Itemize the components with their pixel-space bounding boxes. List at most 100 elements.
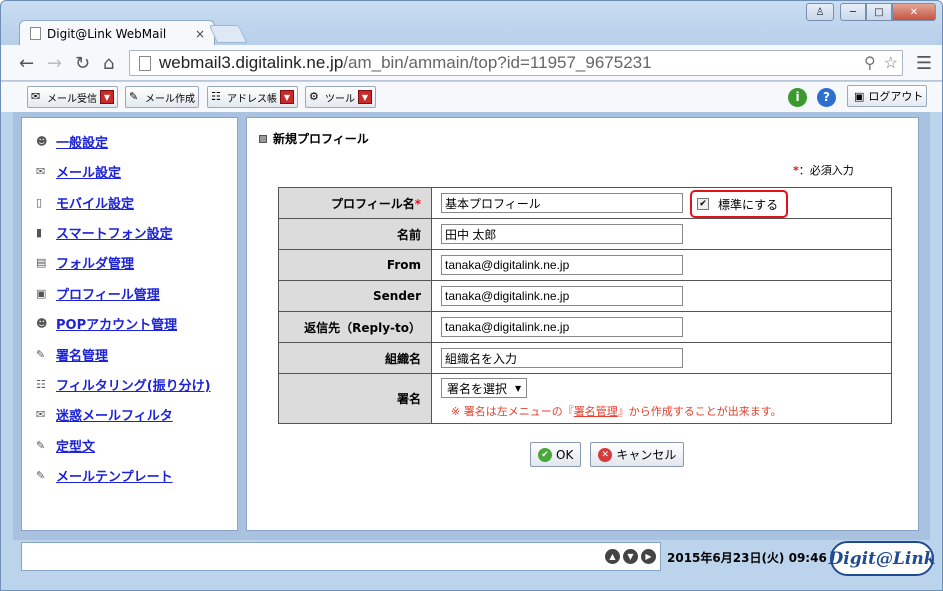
- dropdown-arrow-icon[interactable]: ▼: [100, 90, 114, 104]
- tools-label: ツール: [325, 93, 355, 105]
- signature-management-link[interactable]: 署名管理: [574, 405, 618, 418]
- sidebar-item-label[interactable]: 定型文: [56, 436, 95, 455]
- page-icon: [30, 27, 41, 40]
- sidebar-item-label[interactable]: フィルタリング(振り分け): [56, 375, 211, 394]
- sidebar-item-label[interactable]: モバイル設定: [56, 193, 134, 212]
- template-text-icon: ✎: [36, 439, 46, 452]
- help-icon[interactable]: ?: [817, 88, 836, 107]
- sidebar-item-smartphone[interactable]: ▮ スマートフォン設定: [36, 223, 173, 242]
- logout-button[interactable]: ▣ ログアウト: [847, 85, 927, 107]
- sidebar-item-mobile[interactable]: ▯ モバイル設定: [36, 193, 134, 212]
- name-cell: [431, 218, 892, 250]
- sidebar-item-label[interactable]: フォルダ管理: [56, 253, 134, 272]
- info-icon[interactable]: i: [788, 88, 807, 107]
- name-input[interactable]: [441, 224, 683, 244]
- from-cell: [431, 249, 892, 281]
- key-icon[interactable]: ⚲: [864, 53, 876, 73]
- sidebar-item-filtering[interactable]: ☷ フィルタリング(振り分け): [36, 375, 211, 394]
- sidebar-item-label[interactable]: メール設定: [56, 162, 121, 181]
- default-checkbox[interactable]: ✔: [697, 198, 709, 210]
- sender-label: Sender: [278, 280, 432, 312]
- cancel-button[interactable]: ✕ キャンセル: [590, 442, 685, 467]
- sidebar-item-mail-template[interactable]: ✎ メールテンプレート: [36, 466, 173, 485]
- settings-sidebar: ☻ 一般設定 ✉ メール設定 ▯ モバイル設定 ▮ スマートフォン設定 ▤ フォルダ管理 …: [21, 117, 238, 531]
- form-row-organization: 組織名: [278, 342, 892, 374]
- sidebar-item-label[interactable]: 迷惑メールフィルタ: [56, 405, 173, 424]
- profile-name-input[interactable]: [441, 193, 683, 213]
- menu-icon[interactable]: ☰: [916, 53, 932, 74]
- main-panel: 新規プロフィール *：必須入力 プロフィール名* ✔ 標準にする 名前: [246, 117, 919, 531]
- mail-compose-button[interactable]: ✎ メール作成: [125, 86, 199, 108]
- address-book-button[interactable]: ☷ アドレス帳 ▼: [207, 86, 298, 108]
- pop-account-icon: ☻: [36, 317, 48, 330]
- title-bar: Digit@Link WebMail × ♙ ─ □ ✕: [1, 1, 942, 46]
- check-icon: ✔: [538, 447, 552, 462]
- signature-select-value: 署名を選択: [447, 381, 508, 396]
- dropdown-arrow-icon[interactable]: ▼: [280, 90, 294, 104]
- user-profile-icon[interactable]: ♙: [806, 3, 834, 21]
- organization-input[interactable]: [441, 348, 683, 368]
- tools-button[interactable]: ⚙ ツール ▼: [305, 86, 376, 108]
- signature-cell: 署名を選択 ▼ ※ 署名は左メニューの『署名管理』から作成することが出来ます。: [431, 373, 892, 424]
- maximize-button[interactable]: □: [866, 3, 892, 21]
- sidebar-item-template-text[interactable]: ✎ 定型文: [36, 436, 95, 455]
- current-datetime: 2015年6月23日(火) 09:46: [667, 551, 827, 565]
- address-bar[interactable]: webmail3.digitalink.ne.jp/am_bin/ammain/…: [129, 50, 903, 76]
- ok-label: OK: [556, 447, 574, 462]
- sidebar-item-mail-settings[interactable]: ✉ メール設定: [36, 162, 121, 181]
- url-host: webmail3.digitalink.ne.jp: [159, 53, 344, 72]
- reply-to-input[interactable]: [441, 317, 683, 337]
- scroll-down-icon[interactable]: ▼: [623, 549, 638, 564]
- form-row-reply-to: 返信先（Reply-to）: [278, 311, 892, 343]
- profile-form: プロフィール名* ✔ 標準にする 名前 From Sender: [278, 187, 892, 424]
- signature-select[interactable]: 署名を選択 ▼: [441, 378, 528, 398]
- sidebar-item-label[interactable]: POPアカウント管理: [56, 314, 177, 333]
- sidebar-item-signature[interactable]: ✎ 署名管理: [36, 345, 108, 364]
- forward-icon[interactable]: →: [47, 53, 62, 74]
- close-window-button[interactable]: ✕: [892, 3, 936, 21]
- name-label: 名前: [278, 218, 432, 250]
- minimize-button[interactable]: ─: [840, 3, 866, 21]
- ok-button[interactable]: ✔ OK: [530, 442, 582, 467]
- mail-receive-button[interactable]: ✉ メール受信 ▼: [27, 86, 118, 108]
- sidebar-item-label[interactable]: 署名管理: [56, 345, 108, 364]
- mail-compose-label: メール作成: [145, 93, 195, 105]
- chevron-down-icon: ▼: [515, 383, 522, 393]
- filter-icon: ☷: [36, 378, 46, 391]
- sidebar-item-spam-filter[interactable]: ✉ 迷惑メールフィルタ: [36, 405, 173, 424]
- default-checkbox-label[interactable]: 標準にする: [718, 196, 778, 213]
- sidebar-item-label[interactable]: スマートフォン設定: [56, 223, 173, 242]
- from-label: From: [278, 249, 432, 281]
- tab-close-icon[interactable]: ×: [195, 27, 205, 41]
- square-bullet-icon: [259, 134, 267, 143]
- logout-icon: ▣: [854, 89, 865, 103]
- sidebar-item-label[interactable]: 一般設定: [56, 132, 108, 151]
- signature-note-post: 』から作成することが出来ます。: [617, 405, 782, 418]
- profile-name-label: プロフィール名*: [278, 187, 432, 219]
- browser-toolbar: ← → ↻ ⌂ webmail3.digitalink.ne.jp/am_bin…: [1, 45, 942, 81]
- sidebar-item-folder[interactable]: ▤ フォルダ管理: [36, 253, 134, 272]
- sidebar-item-profile[interactable]: ▣ プロフィール管理: [36, 284, 160, 303]
- from-input[interactable]: [441, 255, 683, 275]
- scroll-up-icon[interactable]: ▲: [605, 549, 620, 564]
- browser-window: Digit@Link WebMail × ♙ ─ □ ✕ ← → ↻ ⌂ web…: [0, 0, 943, 591]
- sidebar-item-general[interactable]: ☻ 一般設定: [36, 132, 108, 151]
- scroll-next-icon[interactable]: ▶: [641, 549, 656, 564]
- home-icon[interactable]: ⌂: [103, 53, 114, 74]
- folder-icon: ▤: [36, 256, 47, 269]
- gear-icon: ⚙: [309, 90, 319, 103]
- back-icon[interactable]: ←: [19, 53, 34, 74]
- sidebar-item-pop-account[interactable]: ☻ POPアカウント管理: [36, 314, 177, 333]
- smartphone-icon: ▮: [36, 226, 43, 239]
- sidebar-item-label[interactable]: プロフィール管理: [56, 284, 160, 303]
- sender-input[interactable]: [441, 286, 683, 306]
- browser-tab[interactable]: Digit@Link WebMail ×: [19, 20, 215, 46]
- default-checkbox-highlight: ✔ 標準にする: [690, 190, 788, 218]
- dropdown-arrow-icon[interactable]: ▼: [358, 90, 372, 104]
- spam-filter-icon: ✉: [36, 408, 46, 421]
- signature-label: 署名: [278, 373, 432, 424]
- form-row-name: 名前: [278, 218, 892, 250]
- bookmark-star-icon[interactable]: ☆: [884, 53, 898, 73]
- sidebar-item-label[interactable]: メールテンプレート: [56, 466, 173, 485]
- reload-icon[interactable]: ↻: [75, 53, 90, 74]
